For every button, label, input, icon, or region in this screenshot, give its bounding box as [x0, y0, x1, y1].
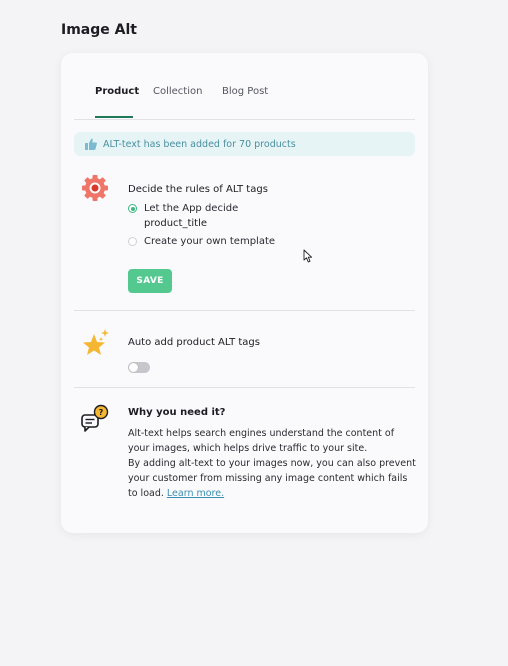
- learn-more-link[interactable]: Learn more.: [167, 488, 224, 499]
- gear-icon: [82, 175, 108, 201]
- section-divider: [74, 310, 415, 311]
- status-banner: ALT-text has been added for 70 products: [74, 132, 415, 156]
- save-button[interactable]: SAVE: [128, 269, 172, 293]
- thumbs-up-icon: [85, 138, 97, 150]
- banner-text: ALT-text has been added for 70 products: [103, 138, 296, 150]
- radio-own-template[interactable]: [128, 237, 137, 246]
- why-line-1: Alt-text helps search engines understand…: [128, 428, 395, 454]
- auto-add-toggle[interactable]: [128, 362, 150, 373]
- section-divider: [74, 387, 415, 388]
- question-chat-icon: ?: [81, 404, 109, 432]
- option-app-decide-label: Let the App decide: [144, 203, 239, 214]
- toggle-knob: [129, 363, 138, 372]
- why-description: Alt-text helps search engines understand…: [128, 426, 418, 501]
- tab-bar: Product Collection Blog Post: [74, 53, 415, 120]
- why-title: Why you need it?: [128, 407, 226, 418]
- radio-app-decide[interactable]: [128, 204, 137, 213]
- svg-text:?: ?: [99, 408, 104, 417]
- tab-product[interactable]: Product: [95, 86, 139, 97]
- tab-blog-post[interactable]: Blog Post: [222, 86, 268, 97]
- image-alt-card: Product Collection Blog Post ALT-text ha…: [61, 53, 428, 533]
- active-tab-indicator: [95, 116, 133, 118]
- option-own-template[interactable]: Create your own template: [128, 236, 275, 247]
- auto-add-title: Auto add product ALT tags: [128, 337, 260, 348]
- mouse-cursor-icon: [303, 249, 313, 263]
- option-own-template-label: Create your own template: [144, 236, 276, 247]
- tab-collection[interactable]: Collection: [153, 86, 202, 97]
- page-title: Image Alt: [61, 22, 137, 38]
- rules-title: Decide the rules of ALT tags: [128, 184, 268, 195]
- star-sparkle-icon: [83, 329, 109, 355]
- why-line-2: By adding alt-text to your images now, y…: [128, 456, 418, 501]
- selected-template-value: product_title: [144, 218, 208, 229]
- option-app-decide[interactable]: Let the App decide: [128, 203, 238, 214]
